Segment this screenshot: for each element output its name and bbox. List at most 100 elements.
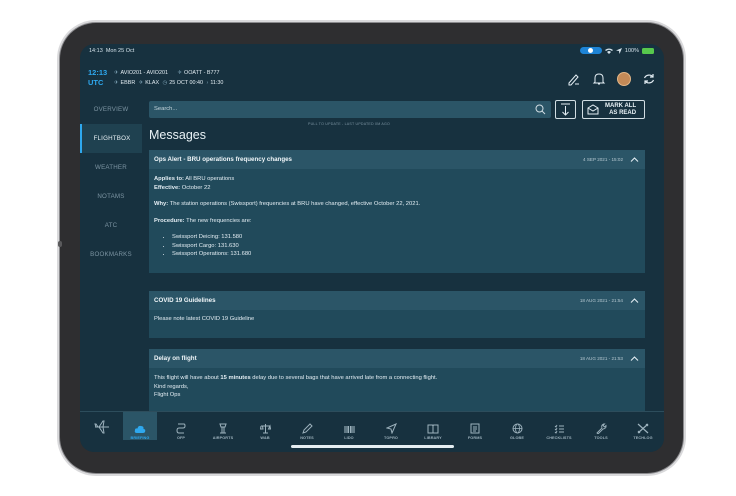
- tab-techlog[interactable]: TECHLOG: [626, 412, 660, 440]
- message-header[interactable]: Ops Alert - BRU operations frequency cha…: [149, 150, 645, 169]
- globe-icon: [512, 423, 522, 434]
- tab-forms[interactable]: FORMS: [458, 412, 492, 440]
- tab-notes[interactable]: NOTES: [290, 412, 324, 440]
- frequency-list: Swissport Deicing: 131.580 Swissport Car…: [154, 233, 640, 259]
- scale-icon: [259, 424, 271, 434]
- tower-icon: [219, 423, 227, 434]
- app-screen: 14:13 Mon 25 Oct 100% 12:13 UTC ✈ AVIO201…: [80, 44, 664, 452]
- header-actions: [567, 72, 656, 86]
- mark-all-read-label: MARK ALL AS READ: [605, 102, 637, 116]
- message-card: Delay on flight 18 AUG 2021 - 21:53 This…: [149, 349, 645, 411]
- aircraft-icon: ✈: [177, 70, 183, 76]
- barcode-icon: [343, 426, 355, 433]
- list-item: Swissport Deicing: 131.580: [172, 233, 640, 242]
- status-bar: 14:13 Mon 25 Oct 100%: [80, 44, 664, 58]
- aircraft-registration: OOATT - B777: [184, 70, 220, 76]
- tab-tools[interactable]: TOOLS: [584, 412, 618, 440]
- sidebar: OVERVIEW FLIGHTBOX WEATHER NOTAMS ATC BO…: [80, 95, 142, 411]
- tab-checklists[interactable]: CHECKLISTS: [542, 412, 576, 440]
- origin-airport: EBBR: [120, 80, 136, 86]
- cloud-icon: [134, 425, 146, 433]
- side-camera-dot: [58, 241, 62, 247]
- avatar[interactable]: [617, 72, 631, 86]
- location-icon: [615, 47, 622, 54]
- message-body: Please note latest COVID 19 Guideline: [149, 310, 645, 338]
- flight-duration: 11:30: [210, 80, 224, 86]
- chevron-right-icon: ›: [206, 80, 209, 86]
- page-title: Messages: [149, 128, 206, 142]
- message-date: 18 AUG 2021 - 21:54: [579, 298, 623, 303]
- navigation-icon: [385, 423, 397, 434]
- recording-pill-icon: [579, 47, 602, 54]
- battery-percent: 100%: [624, 47, 639, 54]
- tab-airports[interactable]: AIRPORTS: [206, 412, 240, 440]
- sidebar-item-overview[interactable]: OVERVIEW: [80, 95, 142, 124]
- list-item: Swissport Cargo: 131.630: [172, 242, 640, 251]
- list-item: Swissport Operations: 131.680: [172, 250, 640, 259]
- departure-icon: ✈: [114, 80, 119, 86]
- flight-time-block: 12:13 UTC: [88, 68, 107, 88]
- search-icon[interactable]: [535, 104, 546, 115]
- tab-ofp[interactable]: OFP: [164, 412, 198, 440]
- wifi-icon: [604, 48, 613, 54]
- message-date: 18 AUG 2021 - 21:53: [579, 356, 623, 361]
- scroll-to-bottom-button[interactable]: [555, 100, 576, 119]
- book-icon: [427, 424, 439, 434]
- tab-library[interactable]: LIBRARY: [416, 412, 450, 440]
- tab-airplane[interactable]: [87, 412, 117, 440]
- message-title: Delay on flight: [154, 355, 197, 362]
- status-indicators: 100%: [579, 47, 654, 54]
- download-arrow-icon: [561, 103, 570, 116]
- sidebar-item-weather[interactable]: WEATHER: [80, 153, 142, 182]
- messages-panel: Search... MARK ALL AS READ PULL TO UPDAT…: [142, 95, 664, 411]
- sidebar-item-flightbox[interactable]: FLIGHTBOX: [80, 124, 142, 153]
- tools-icon: [637, 423, 649, 434]
- tab-lido[interactable]: LIDO: [332, 412, 366, 440]
- sidebar-item-bookmarks[interactable]: BOOKMARKS: [80, 240, 142, 269]
- status-time: 14:13 Mon 25 Oct: [89, 48, 135, 54]
- flight-info: ✈ AVIO201 - AVIO201 ✈ OOATT - B777 ✈ EBBR ✈…: [112, 68, 223, 88]
- message-body: Applies to: All BRU operations Effective…: [149, 169, 645, 273]
- message-header[interactable]: COVID 19 Guidelines 18 AUG 2021 - 21:54: [149, 291, 645, 310]
- clock-icon: ◷: [162, 80, 168, 86]
- airplane-icon: [94, 420, 109, 434]
- pencil-icon: [301, 423, 313, 434]
- bell-icon[interactable]: [592, 72, 606, 86]
- local-time: 12:13: [88, 68, 108, 77]
- wrench-icon: [595, 423, 607, 434]
- envelope-open-icon: [587, 104, 599, 115]
- airplane-icon: ✈: [114, 70, 119, 76]
- bottom-tab-bar: BRIEFING OFP AIRPORTS W&B NOTES LIDO TOP…: [80, 411, 664, 452]
- checklist-icon: [554, 424, 564, 434]
- message-title: COVID 19 Guidelines: [154, 297, 216, 304]
- message-date: 4 SEP 2021 - 15:02: [582, 157, 623, 162]
- sync-icon[interactable]: [642, 72, 656, 86]
- tab-briefing[interactable]: BRIEFING: [123, 412, 157, 440]
- tab-weight-balance[interactable]: W&B: [248, 412, 282, 440]
- search-placeholder: Search...: [154, 106, 178, 112]
- chevron-up-icon[interactable]: [630, 297, 639, 304]
- mark-all-read-button[interactable]: MARK ALL AS READ: [582, 100, 645, 119]
- tab-globe[interactable]: GLOBE: [500, 412, 534, 440]
- chevron-up-icon[interactable]: [630, 355, 639, 362]
- flight-header: 12:13 UTC ✈ AVIO201 - AVIO201 ✈ OOATT - B7…: [80, 58, 664, 95]
- battery-icon: [642, 47, 654, 54]
- flight-numbers: AVIO201 - AVIO201: [120, 70, 168, 76]
- signature-icon[interactable]: [567, 72, 581, 86]
- route-icon: [176, 423, 186, 434]
- sidebar-item-notams[interactable]: NOTAMS: [80, 182, 142, 211]
- message-card: COVID 19 Guidelines 18 AUG 2021 - 21:54 …: [149, 291, 645, 338]
- home-indicator[interactable]: [291, 445, 454, 448]
- message-body: This flight will have about 15 minutes d…: [149, 368, 645, 411]
- search-input[interactable]: Search...: [149, 101, 551, 118]
- chevron-up-icon[interactable]: [630, 156, 639, 163]
- pull-to-update-text: PULL TO UPDATE - LAST UPDATED 0M AGO: [307, 122, 391, 126]
- sidebar-item-atc[interactable]: ATC: [80, 211, 142, 240]
- tab-topro[interactable]: TOPRO: [374, 412, 408, 440]
- arrival-icon: ✈: [138, 80, 144, 86]
- departure-time: 25 OCT 00:40: [169, 80, 204, 86]
- message-header[interactable]: Delay on flight 18 AUG 2021 - 21:53: [149, 349, 645, 368]
- form-icon: [470, 423, 480, 434]
- message-card: Ops Alert - BRU operations frequency cha…: [149, 150, 645, 273]
- message-title: Ops Alert - BRU operations frequency cha…: [154, 156, 292, 163]
